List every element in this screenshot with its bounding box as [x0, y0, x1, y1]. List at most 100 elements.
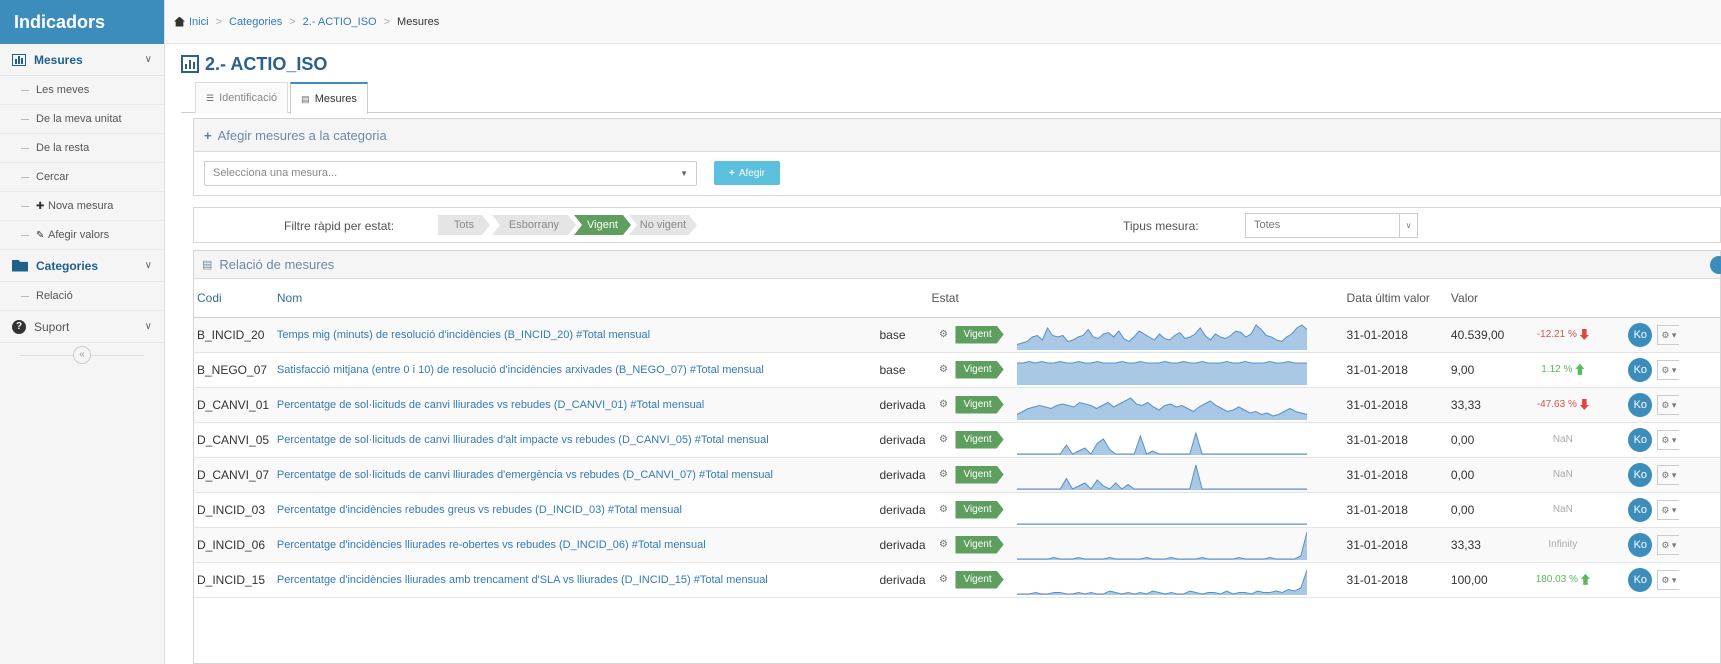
- sidebar-section-categories[interactable]: Categories ∨: [0, 250, 164, 282]
- double-chevron-left-icon: «: [73, 346, 91, 364]
- ko-button[interactable]: Ko: [1628, 462, 1653, 487]
- settings-dropdown-button[interactable]: ⚙ ▾: [1657, 359, 1680, 380]
- column-header-data[interactable]: Data últim valor: [1346, 279, 1451, 318]
- ko-button[interactable]: Ko: [1628, 322, 1653, 347]
- column-header-codi[interactable]: Codi: [194, 279, 277, 318]
- column-header-estat[interactable]: Estat: [931, 279, 1347, 318]
- sidebar-section-label: Categories: [36, 258, 99, 273]
- gears-icon[interactable]: ⚙: [935, 399, 951, 410]
- cell-sparkline: [1017, 422, 1346, 457]
- sidebar-item-les-meves[interactable]: Les meves: [0, 76, 164, 105]
- breadcrumb-categories[interactable]: Categories: [229, 16, 282, 28]
- measure-name-link[interactable]: Satisfacció mitjana (entre 0 i 10) de re…: [277, 352, 880, 387]
- measure-name-link[interactable]: Percentatge de sol·licituds de canvi lli…: [277, 422, 880, 457]
- sidebar-item-relacio[interactable]: Relació: [0, 282, 164, 311]
- cell-percent-change: 180.03 %: [1513, 562, 1612, 597]
- measure-name-link[interactable]: Temps mig (minuts) de resolució d'incidè…: [277, 317, 880, 352]
- table-row[interactable]: D_CANVI_07 Percentatge de sol·licituds d…: [194, 457, 1720, 492]
- breadcrumb-home[interactable]: Inici: [189, 16, 209, 28]
- measure-name-link[interactable]: Percentatge de sol·licituds de canvi lli…: [277, 387, 880, 422]
- table-row[interactable]: D_INCID_03 Percentatge d'incidències reb…: [194, 492, 1720, 527]
- gears-icon[interactable]: ⚙: [935, 539, 951, 550]
- settings-dropdown-button[interactable]: ⚙ ▾: [1657, 569, 1680, 590]
- sidebar-item-label: De la resta: [36, 142, 90, 154]
- sidebar-item-afegir-valors[interactable]: ✎ Afegir valors: [0, 221, 164, 250]
- sidebar-section-suport[interactable]: ? Suport ∨: [0, 311, 164, 343]
- measure-name-link[interactable]: Percentatge de sol·licituds de canvi lli…: [277, 457, 880, 492]
- home-icon[interactable]: [174, 16, 185, 27]
- measure-name-link[interactable]: Percentatge d'incidències lliurades re-o…: [277, 527, 880, 562]
- chevron-down-icon: ∨: [144, 54, 152, 65]
- cell-percent-change: NaN: [1513, 422, 1612, 457]
- sparkline-area: [1017, 464, 1308, 490]
- filter-chip-label: Tots: [453, 219, 475, 231]
- column-header-pct: [1513, 279, 1613, 318]
- gears-icon[interactable]: ⚙: [935, 329, 951, 340]
- sparkline: [1017, 523, 1308, 525]
- settings-dropdown-button[interactable]: ⚙ ▾: [1657, 324, 1680, 345]
- quick-filter-panel: Filtre ràpid per estat: Tots Esborrany V…: [193, 207, 1721, 243]
- cell-sparkline: [1017, 387, 1346, 422]
- cell-data: 31-01-2018: [1346, 537, 1408, 552]
- sidebar-item-de-la-resta[interactable]: De la resta: [0, 134, 164, 163]
- column-header-valor[interactable]: Valor: [1450, 279, 1514, 318]
- filter-chip-tots[interactable]: Tots: [438, 215, 490, 235]
- add-measure-button[interactable]: + Afegir: [714, 161, 780, 185]
- ko-button[interactable]: Ko: [1628, 497, 1653, 522]
- gears-icon[interactable]: ⚙: [935, 469, 951, 480]
- table-row[interactable]: D_CANVI_01 Percentatge de sol·licituds d…: [194, 387, 1720, 422]
- app-brand[interactable]: Indicadors: [0, 0, 164, 44]
- cell-actions: Ko ⚙ ▾: [1612, 562, 1720, 597]
- settings-dropdown-button[interactable]: ⚙ ▾: [1657, 534, 1680, 555]
- measure-name-link[interactable]: Percentatge d'incidències lliurades amb …: [277, 562, 880, 597]
- ko-button[interactable]: Ko: [1628, 427, 1653, 452]
- tab-identificacio[interactable]: ☰ Identificació: [195, 82, 289, 113]
- column-header-actions: [1612, 279, 1720, 318]
- table-row[interactable]: D_INCID_15 Percentatge d'incidències lli…: [194, 562, 1720, 597]
- sidebar-item-de-la-meva-unitat[interactable]: De la meva unitat: [0, 105, 164, 134]
- settings-dropdown-button[interactable]: ⚙ ▾: [1657, 464, 1680, 485]
- measure-name-link[interactable]: Percentatge d'incidències rebudes greus …: [277, 492, 880, 527]
- cell-estat: ⚙ Vigent: [935, 387, 1017, 422]
- cell-valor: 0,00: [1450, 432, 1475, 447]
- table-row[interactable]: B_NEGO_07 Satisfacció mitjana (entre 0 i…: [194, 352, 1720, 387]
- sidebar-collapse-button[interactable]: «: [0, 343, 164, 367]
- sidebar-item-cercar[interactable]: Cercar: [0, 163, 164, 192]
- table-row[interactable]: B_INCID_20 Temps mig (minuts) de resoluc…: [194, 317, 1720, 352]
- measure-type-select[interactable]: Totes ∨: [1245, 213, 1418, 238]
- cell-codi: D_CANVI_07: [197, 467, 270, 482]
- ko-button[interactable]: Ko: [1628, 532, 1653, 557]
- bar-chart-icon: [12, 53, 26, 66]
- gears-icon[interactable]: ⚙: [935, 574, 951, 585]
- list-badge[interactable]: [1710, 256, 1721, 274]
- tab-mesures[interactable]: ▤ Mesures: [290, 82, 368, 114]
- ko-button[interactable]: Ko: [1628, 392, 1653, 417]
- sidebar-section-mesures[interactable]: Mesures ∨: [0, 44, 164, 76]
- breadcrumb-current: Mesures: [397, 15, 440, 28]
- filter-chip-esborrany[interactable]: Esborrany: [492, 215, 576, 235]
- gears-icon[interactable]: ⚙: [935, 504, 951, 515]
- sidebar-item-nova-mesura[interactable]: ✚ Nova mesura: [0, 192, 164, 221]
- filter-chip-vigent[interactable]: Vigent: [574, 215, 631, 235]
- measure-select[interactable]: Selecciona una mesura... ▼: [204, 161, 697, 186]
- breadcrumb-category[interactable]: 2.- ACTIO_ISO: [303, 16, 377, 28]
- table-row[interactable]: D_INCID_06 Percentatge d'incidències lli…: [194, 527, 1720, 562]
- gears-icon[interactable]: ⚙: [935, 364, 951, 375]
- cell-estat: ⚙ Vigent: [935, 422, 1017, 457]
- gears-icon[interactable]: ⚙: [935, 434, 951, 445]
- ko-button[interactable]: Ko: [1628, 357, 1653, 382]
- cell-codi: B_INCID_20: [197, 327, 265, 342]
- column-header-nom[interactable]: Nom: [276, 279, 880, 318]
- settings-dropdown-button[interactable]: ⚙ ▾: [1657, 499, 1680, 520]
- trend-up-arrow-icon: [1580, 573, 1590, 585]
- sparkline: [1017, 323, 1308, 350]
- cell-valor: 9,00: [1450, 362, 1475, 377]
- table-row[interactable]: D_CANVI_05 Percentatge de sol·licituds d…: [194, 422, 1720, 457]
- add-measures-header[interactable]: + Afegir mesures a la categoria: [194, 119, 1720, 152]
- ko-button[interactable]: Ko: [1628, 567, 1653, 592]
- filter-chip-label: No vigent: [639, 219, 687, 231]
- percent-change-value: NaN: [1552, 434, 1573, 445]
- settings-dropdown-button[interactable]: ⚙ ▾: [1657, 394, 1680, 415]
- settings-dropdown-button[interactable]: ⚙ ▾: [1657, 429, 1680, 450]
- filter-chip-no-vigent[interactable]: No vigent: [629, 215, 697, 235]
